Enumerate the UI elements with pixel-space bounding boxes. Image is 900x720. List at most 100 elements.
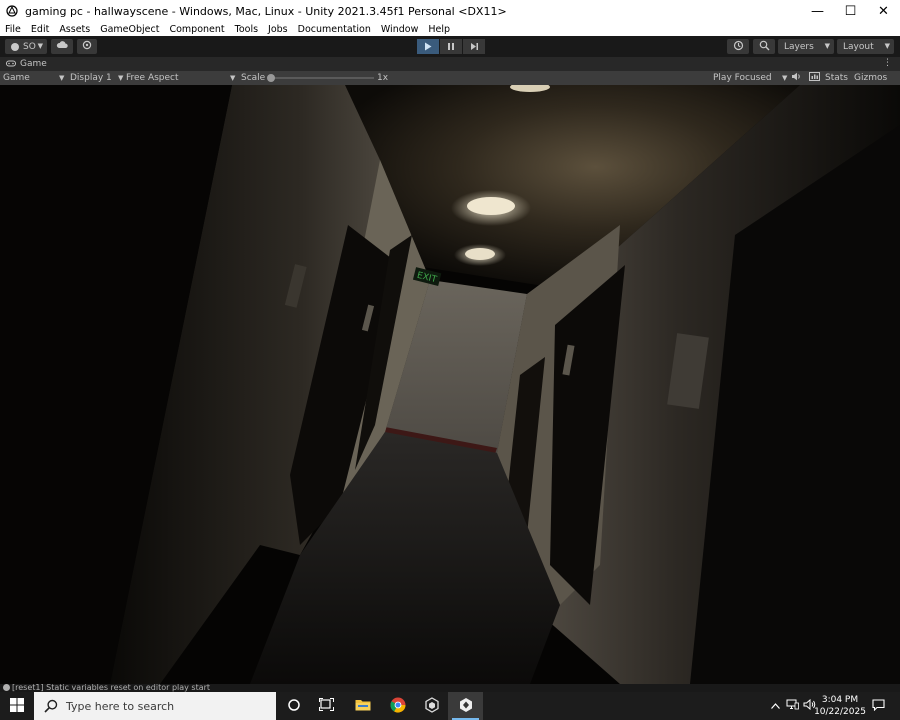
menu-documentation[interactable]: Documentation (293, 24, 376, 35)
gizmos-label: Gizmos (854, 73, 888, 83)
menu-window[interactable]: Window (376, 24, 423, 35)
step-button[interactable] (463, 39, 485, 54)
unity-toolbar: SO ▼ Layers ▼ Layout ▼ (0, 36, 900, 57)
taskbar-clock[interactable]: 3:04 PM 10/22/2025 (812, 694, 868, 718)
view-mode-dropdown[interactable]: Game ▼ (3, 71, 65, 85)
show-hidden-icons-button[interactable] (768, 692, 782, 720)
play-button[interactable] (417, 39, 439, 54)
play-controls (417, 39, 486, 54)
search-button[interactable] (753, 39, 775, 54)
window-title-bar: gaming pc - hallwayscene - Windows, Mac,… (0, 0, 900, 22)
taskbar-search-box[interactable]: Type here to search (34, 692, 276, 720)
kebab-menu-icon[interactable]: ⋮ (883, 58, 892, 68)
layers-dropdown[interactable]: Layers ▼ (778, 39, 834, 54)
collab-button[interactable] (77, 39, 97, 54)
pause-button[interactable] (440, 39, 462, 54)
menu-bar: File Edit Assets GameObject Component To… (0, 22, 900, 36)
hallway-scene: EXIT (0, 85, 900, 684)
stats-toggle[interactable]: Stats (809, 71, 848, 85)
stats-icon (809, 72, 820, 84)
network-button[interactable] (784, 692, 800, 720)
task-view-button[interactable] (309, 692, 344, 720)
chevron-down-icon: ▼ (824, 42, 830, 50)
taskbar-unity-hub[interactable] (414, 692, 449, 720)
play-focused-label: Play Focused (713, 73, 772, 83)
unity-hub-icon (424, 696, 440, 716)
unity-editor-icon (458, 697, 474, 716)
layers-label: Layers (784, 41, 814, 52)
account-dropdown[interactable]: SO ▼ (5, 39, 47, 54)
chevron-down-icon: ▼ (37, 42, 43, 50)
step-icon (470, 40, 479, 54)
menu-assets[interactable]: Assets (54, 24, 95, 35)
taskbar-unity-editor[interactable] (448, 692, 483, 720)
game-view-controls: Game ▼ Display 1 ▼ Free Aspect ▼ Scale 1… (0, 71, 900, 85)
play-focused-dropdown[interactable]: Play Focused ▼ (713, 71, 787, 85)
pause-icon (447, 40, 455, 54)
chevron-down-icon: ▼ (884, 42, 890, 50)
clock-date: 10/22/2025 (814, 707, 866, 717)
clock-time: 3:04 PM (821, 695, 859, 705)
cloud-icon (56, 41, 68, 52)
cortana-icon (287, 698, 301, 715)
cloud-button[interactable] (51, 39, 73, 54)
minimize-button[interactable]: — (801, 0, 834, 22)
menu-gameobject[interactable]: GameObject (95, 24, 164, 35)
taskbar-chrome[interactable] (380, 692, 415, 720)
chevron-down-icon: ▼ (230, 74, 236, 82)
display-dropdown[interactable]: Display 1 ▼ (70, 71, 123, 85)
console-message: [reset1] Static variables reset on edito… (12, 684, 211, 692)
game-tab-bar: Game ⋮ (0, 57, 900, 71)
search-icon (759, 40, 770, 54)
windows-taskbar: Type here to search 3:04 PM 10/22/2025 (0, 692, 900, 720)
layout-dropdown[interactable]: Layout ▼ (837, 39, 894, 54)
start-button[interactable] (0, 692, 34, 720)
menu-help[interactable]: Help (423, 24, 455, 35)
menu-tools[interactable]: Tools (230, 24, 263, 35)
taskbar-file-explorer[interactable] (345, 692, 380, 720)
scale-label: Scale (241, 73, 266, 83)
history-button[interactable] (727, 39, 749, 54)
close-button[interactable]: ✕ (867, 0, 900, 22)
info-icon (3, 684, 10, 691)
task-view-icon (319, 698, 334, 714)
tab-game[interactable]: Game (0, 57, 47, 71)
action-center-button[interactable] (868, 692, 888, 720)
gizmos-toggle[interactable]: Gizmos (854, 71, 887, 85)
history-icon (733, 40, 744, 54)
chevron-up-icon (770, 701, 780, 712)
notification-icon (871, 698, 885, 714)
search-placeholder: Type here to search (66, 699, 175, 713)
stats-label: Stats (825, 73, 848, 83)
maximize-button[interactable]: ☐ (834, 0, 867, 22)
view-mode-label: Game (3, 73, 30, 83)
ceiling-lamp-near (467, 197, 515, 215)
menu-file[interactable]: File (0, 24, 26, 35)
account-icon (11, 42, 19, 51)
layout-label: Layout (843, 41, 874, 52)
cortana-button[interactable] (276, 692, 311, 720)
scale-slider-handle[interactable] (267, 74, 275, 82)
unity-logo-icon (5, 4, 19, 18)
console-status-bar[interactable]: [reset1] Static variables reset on edito… (0, 684, 900, 692)
chrome-icon (390, 697, 406, 716)
chevron-down-icon: ▼ (59, 74, 65, 82)
gamepad-icon (6, 60, 16, 69)
folder-icon (355, 698, 371, 714)
menu-jobs[interactable]: Jobs (263, 24, 293, 35)
display-label: Display 1 (70, 73, 112, 83)
network-icon (786, 699, 799, 713)
tab-game-label: Game (20, 59, 47, 69)
scale-slider-track[interactable] (270, 77, 374, 79)
game-viewport[interactable]: EXIT (0, 85, 900, 684)
search-icon (44, 699, 58, 713)
audio-mute-button[interactable] (791, 71, 802, 85)
play-icon (424, 40, 432, 54)
ceiling-lamp-far (465, 248, 495, 260)
collab-icon (82, 40, 92, 53)
speaker-icon (791, 72, 802, 84)
menu-component[interactable]: Component (164, 24, 229, 35)
menu-edit[interactable]: Edit (26, 24, 54, 35)
scale-value: 1x (377, 73, 389, 83)
aspect-dropdown[interactable]: Free Aspect ▼ (126, 71, 236, 85)
